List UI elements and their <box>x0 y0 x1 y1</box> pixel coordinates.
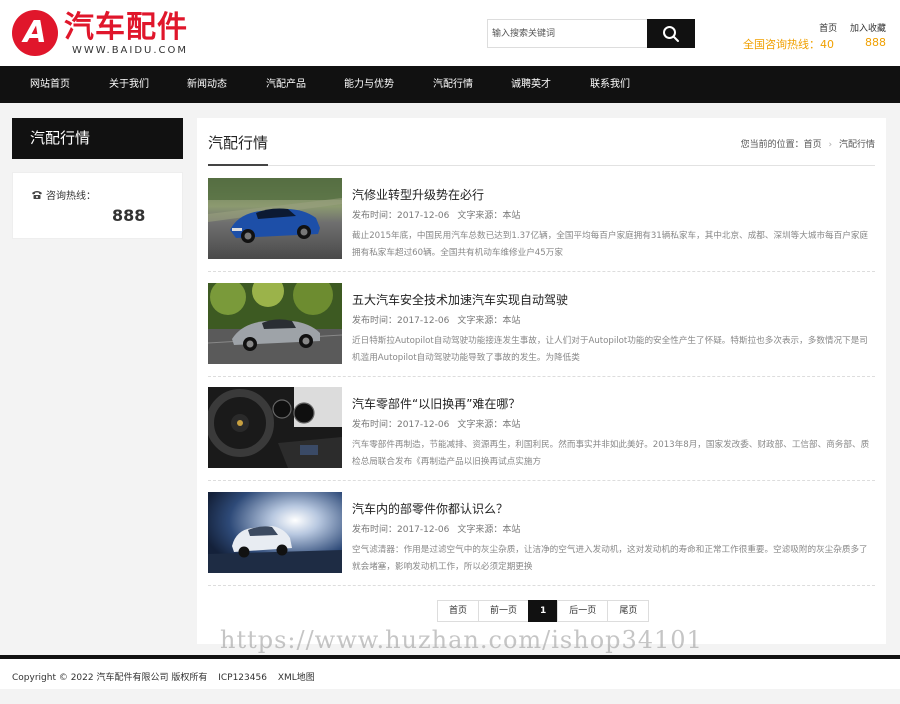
pager-prev[interactable]: 前一页 <box>478 600 530 622</box>
footer-icp-link[interactable]: ICP123456 <box>218 673 267 683</box>
article-title[interactable]: 汽车内的部零件你都认识么？ <box>352 500 508 517</box>
article-summary: 汽车零部件再制造，节能减排、资源再生，利国利民。然而事实并非如此美好。2013年… <box>352 440 870 467</box>
nav-item-home[interactable]: 网站首页 <box>30 66 70 103</box>
search-button[interactable] <box>647 19 695 48</box>
hotline-label: 全国咨询热线：40 <box>743 38 834 51</box>
search-icon <box>663 25 679 42</box>
logo-text: 汽车配件 WWW.BAIDU.COM <box>64 10 188 56</box>
article-date: 发布时间：2017-12-06 <box>352 211 450 221</box>
nav-item-contact[interactable]: 联系我们 <box>590 66 630 103</box>
phone-icon <box>32 190 42 199</box>
article-meta: 发布时间：2017-12-06 文字来源：本站 <box>352 417 520 430</box>
nav-item-news[interactable]: 新闻动态 <box>187 66 227 103</box>
nav-item-careers[interactable]: 诚聘英才 <box>511 66 551 103</box>
article-date: 发布时间：2017-12-06 <box>352 420 450 430</box>
article-title[interactable]: 汽修业转型升级势在必行 <box>352 186 484 203</box>
article-title[interactable]: 汽车零部件“以旧换再”难在哪？ <box>352 395 520 412</box>
breadcrumb-home[interactable]: 首页 <box>804 140 822 150</box>
nav-item-about[interactable]: 关于我们 <box>109 66 149 103</box>
search-input[interactable] <box>487 19 647 48</box>
breadcrumb: 您当前的位置：首页 › 汽配行情 <box>741 137 875 150</box>
article-thumbnail[interactable] <box>208 387 342 468</box>
sidebar-contact-box: 咨询热线： 888 <box>12 172 183 239</box>
article-thumbnail[interactable] <box>208 492 342 573</box>
article-item[interactable]: 汽修业转型升级势在必行 发布时间：2017-12-06 文字来源：本站 截止201… <box>208 178 875 272</box>
top-link-home[interactable]: 首页 <box>819 24 837 34</box>
car-photo-silver-supercar <box>208 283 342 364</box>
article-source: 文字来源：本站 <box>457 420 521 430</box>
sidebar-hotline-label: 咨询热线： <box>46 191 96 202</box>
article-item[interactable]: 汽车零部件“以旧换再”难在哪？ 发布时间：2017-12-06 文字来源：本站 汽… <box>208 387 875 481</box>
brand-domain: WWW.BAIDU.COM <box>72 45 189 56</box>
page-title: 汽配行情 <box>208 134 269 152</box>
logo-mark-icon: A <box>12 10 58 56</box>
sidebar-hotline-number: 888 <box>112 206 146 225</box>
top-links: 首页 加入收藏 <box>809 21 886 34</box>
article-summary: 截止2015年底，中国民用汽车总数已达到1.37亿辆，全国平均每百户家庭拥有31… <box>352 231 869 258</box>
pager-current[interactable]: 1 <box>528 600 559 622</box>
brand-name: 汽车配件 <box>64 10 188 45</box>
main-nav: 网站首页 关于我们 新闻动态 汽配产品 能力与优势 汽配行情 诚聘英才 联系我们 <box>0 66 900 103</box>
article-source: 文字来源：本站 <box>457 525 521 535</box>
top-link-favorite[interactable]: 加入收藏 <box>850 24 886 34</box>
article-source: 文字来源：本站 <box>457 211 521 221</box>
main-content: 汽配行情 您当前的位置：首页 › 汽配行情 汽修业转型升级势在必行 发布时间：2… <box>197 118 886 644</box>
pager-last[interactable]: 尾页 <box>607 600 650 622</box>
article-summary: 近日特斯拉Autopilot自动驾驶功能接连发生事故，让人们对于Autopilo… <box>352 336 868 363</box>
title-divider <box>208 165 875 166</box>
title-underline <box>208 164 268 166</box>
article-date: 发布时间：2017-12-06 <box>352 525 450 535</box>
nav-item-market[interactable]: 汽配行情 <box>433 66 473 103</box>
car-photo-dashboard-interior <box>208 387 342 468</box>
article-thumbnail[interactable] <box>208 283 342 364</box>
logo[interactable]: A 汽车配件 WWW.BAIDU.COM <box>12 10 188 56</box>
article-item[interactable]: 五大汽车安全技术加速汽车实现自动驾驶 发布时间：2017-12-06 文字来源：本… <box>208 283 875 377</box>
article-meta: 发布时间：2017-12-06 文字来源：本站 <box>352 522 520 535</box>
chevron-right-icon: › <box>828 140 833 150</box>
pagination: 首页 前一页 1 后一页 尾页 <box>437 600 650 622</box>
car-photo-white-suv <box>208 492 342 573</box>
article-meta: 发布时间：2017-12-06 文字来源：本站 <box>352 313 520 326</box>
footer-xml-link[interactable]: XML地图 <box>278 673 315 683</box>
nav-item-capabilities[interactable]: 能力与优势 <box>344 66 394 103</box>
header-hotline: 全国咨询热线：40 888 <box>743 36 886 52</box>
pager-first[interactable]: 首页 <box>437 600 480 622</box>
article-date: 发布时间：2017-12-06 <box>352 316 450 326</box>
nav-item-products[interactable]: 汽配产品 <box>266 66 306 103</box>
search-bar <box>487 19 695 48</box>
hotline-number: 888 <box>865 36 886 49</box>
footer-copyright: Copyright © 2022 汽车配件有限公司 版权所有 <box>12 673 208 683</box>
sidebar-title: 汽配行情 <box>12 118 183 159</box>
logo-letter: A <box>23 15 47 50</box>
breadcrumb-current: 汽配行情 <box>838 140 875 150</box>
sidebar-hotline: 咨询热线： <box>31 187 96 202</box>
article-title[interactable]: 五大汽车安全技术加速汽车实现自动驾驶 <box>352 291 568 308</box>
article-summary: 空气滤清器：作用是过滤空气中的灰尘杂质，让洁净的空气进入发动机，这对发动机的寿命… <box>352 545 868 572</box>
header: A 汽车配件 WWW.BAIDU.COM 首页 加入收藏 全国咨询热线：40 8… <box>0 0 900 66</box>
article-thumbnail[interactable] <box>208 178 342 259</box>
article-source: 文字来源：本站 <box>457 316 521 326</box>
car-photo-blue-sportscar <box>208 178 342 259</box>
footer-text: Copyright © 2022 汽车配件有限公司 版权所有 ICP123456… <box>12 670 323 683</box>
article-meta: 发布时间：2017-12-06 文字来源：本站 <box>352 208 520 221</box>
breadcrumb-prefix: 您当前的位置： <box>740 140 804 150</box>
watermark: https://www.huzhan.com/ishop34101 <box>220 626 703 654</box>
footer: Copyright © 2022 汽车配件有限公司 版权所有 ICP123456… <box>0 659 900 689</box>
article-item[interactable]: 汽车内的部零件你都认识么？ 发布时间：2017-12-06 文字来源：本站 空气滤… <box>208 492 875 586</box>
pager-next[interactable]: 后一页 <box>557 600 609 622</box>
